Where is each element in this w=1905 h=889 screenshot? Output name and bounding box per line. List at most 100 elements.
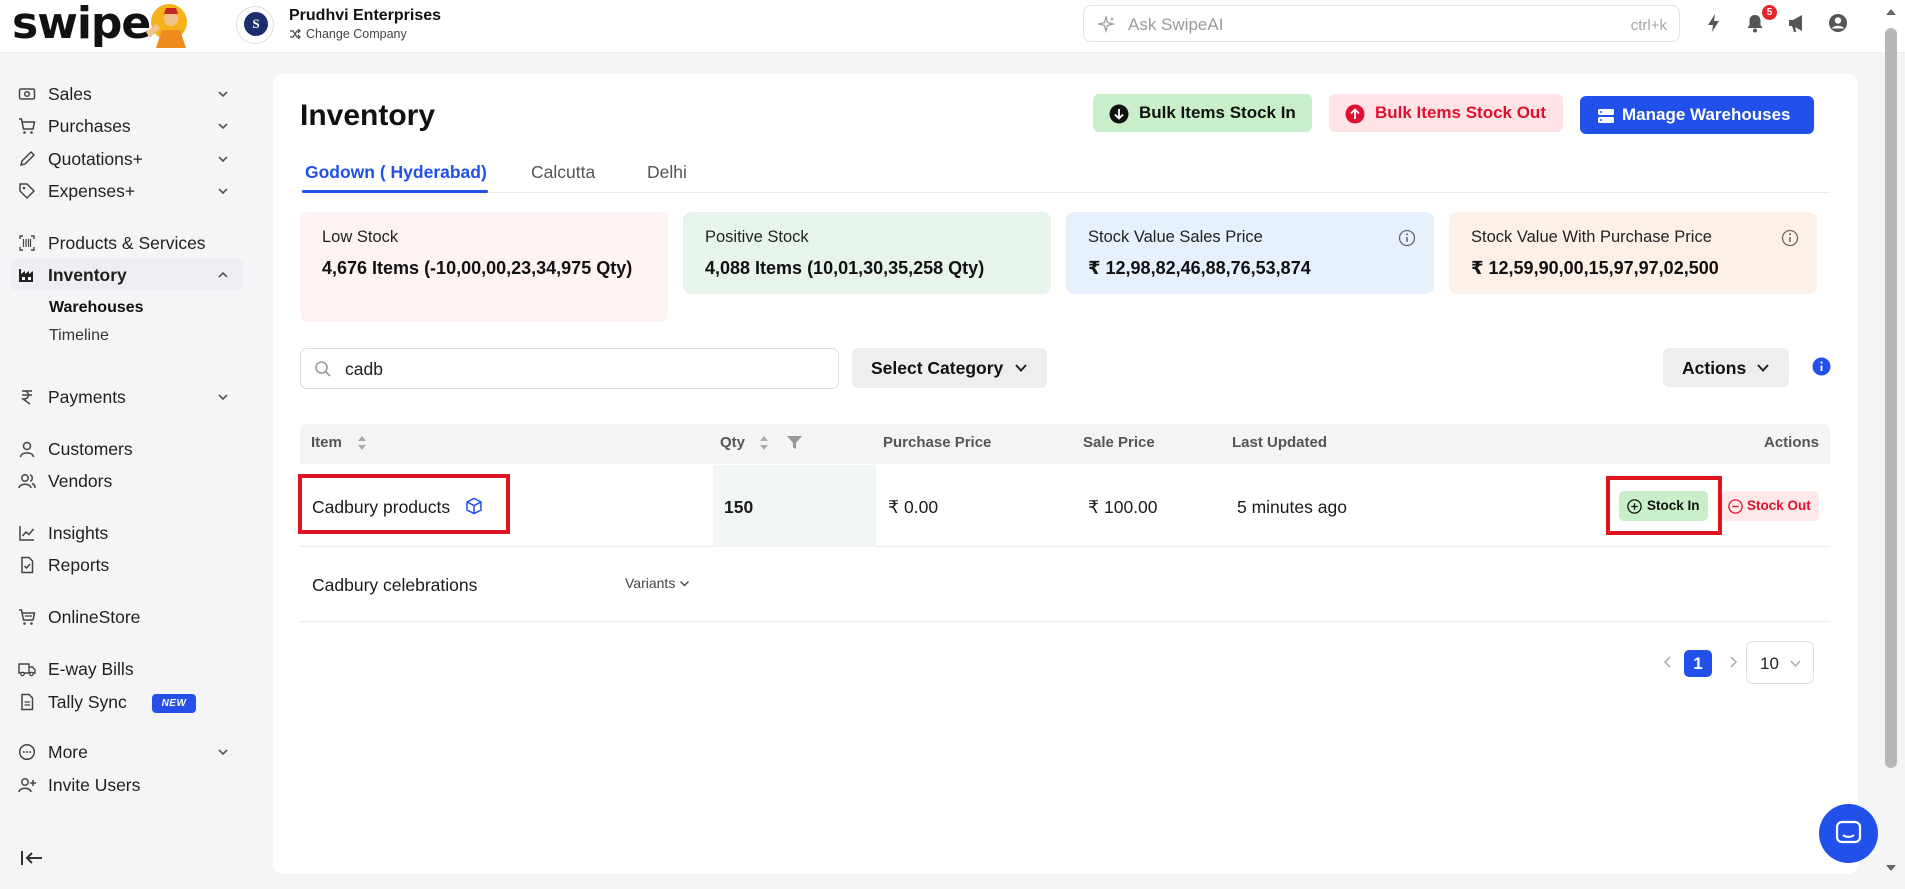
sidebar-item-purchases[interactable]: Purchases xyxy=(10,110,243,141)
item-name[interactable]: Cadbury celebrations xyxy=(312,575,477,596)
sidebar-item-onlinestore[interactable]: OnlineStore xyxy=(10,601,243,632)
cart-icon xyxy=(19,118,36,134)
sidebar-item-label: Customers xyxy=(48,439,133,459)
users-icon xyxy=(18,474,36,489)
variants-toggle[interactable]: Variants xyxy=(625,575,690,591)
sidebar-item-customers[interactable]: Customers xyxy=(10,433,243,464)
item-search-input[interactable]: cadb xyxy=(300,348,839,389)
chevron-down-icon xyxy=(1015,364,1027,372)
sidebar-item-quotations[interactable]: Quotations+ xyxy=(10,143,243,174)
search-ai-placeholder: Ask SwipeAI xyxy=(1128,15,1224,34)
actions-dropdown[interactable]: Actions xyxy=(1663,348,1789,387)
stat-value: 4,676 Items (-10,00,00,23,34,975 Qty) xyxy=(322,258,633,278)
warehouse-icon xyxy=(19,269,33,282)
select-category-dropdown[interactable]: Select Category xyxy=(852,348,1047,388)
filter-icon[interactable] xyxy=(786,434,803,451)
previous-page-icon[interactable] xyxy=(1661,654,1675,670)
lightning-icon[interactable] xyxy=(1703,12,1725,34)
rupee-icon xyxy=(20,390,32,405)
stock-out-button[interactable]: Stock Out xyxy=(1722,491,1819,521)
ask-swipeai-search[interactable]: Ask SwipeAI ctrl+k xyxy=(1083,5,1680,42)
page-size-value: 10 xyxy=(1760,654,1779,673)
stock-out-label: Stock Out xyxy=(1747,498,1811,513)
tag-icon xyxy=(19,183,36,200)
sidebar-item-expenses[interactable]: Expenses+ xyxy=(10,175,243,206)
stat-label: Stock Value With Purchase Price xyxy=(1471,228,1712,246)
sidebar-item-inventory[interactable]: Inventory xyxy=(10,259,243,290)
megaphone-icon[interactable] xyxy=(1786,12,1808,34)
sidebar-item-products-services[interactable]: Products & Services xyxy=(10,227,243,258)
sidebar-item-tally-sync[interactable]: Tally Sync NEW xyxy=(10,686,243,717)
qty-value: 150 xyxy=(724,497,754,517)
sidebar-item-vendors[interactable]: Vendors xyxy=(10,465,243,496)
column-header-item[interactable]: Item xyxy=(311,434,342,451)
sidebar-item-label: Products & Services xyxy=(48,233,206,253)
scroll-up-icon[interactable] xyxy=(1884,6,1898,18)
tab-godown-hyderabad[interactable]: Godown ( Hyderabad) xyxy=(305,162,487,183)
bulk-stock-out-button[interactable]: Bulk Items Stock Out xyxy=(1329,94,1563,132)
stat-positive-stock: Positive Stock 4,088 Items (10,01,30,35,… xyxy=(683,212,1051,294)
sidebar-item-payments[interactable]: Payments xyxy=(10,381,243,412)
info-icon[interactable] xyxy=(1812,357,1831,376)
bulk-stock-out-label: Bulk Items Stock Out xyxy=(1375,103,1546,122)
next-page-icon[interactable] xyxy=(1726,654,1740,670)
last-updated-value: 5 minutes ago xyxy=(1237,497,1347,517)
sidebar-item-invite-users[interactable]: Invite Users xyxy=(10,769,243,800)
sidebar-item-reports[interactable]: Reports xyxy=(10,549,243,580)
chart-line-icon xyxy=(19,526,35,541)
search-icon xyxy=(315,361,331,377)
column-header-sale-price: Sale Price xyxy=(1083,434,1155,451)
account-icon[interactable] xyxy=(1827,12,1849,34)
page-size-select[interactable]: 10 xyxy=(1746,641,1814,684)
truck-icon xyxy=(18,663,36,677)
stat-stock-value-purchase: Stock Value With Purchase Price ₹ 12,59,… xyxy=(1449,212,1817,294)
stat-value: ₹ 12,59,90,00,15,97,97,02,500 xyxy=(1471,258,1719,278)
sidebar-item-label: More xyxy=(48,742,88,762)
bulk-stock-in-label: Bulk Items Stock In xyxy=(1139,103,1296,122)
stat-value: 4,088 Items (10,01,30,35,258 Qty) xyxy=(705,258,985,278)
document-icon xyxy=(21,693,34,711)
company-logo-letter: S xyxy=(244,12,268,36)
chevron-down-icon xyxy=(1790,660,1801,668)
swipe-logo[interactable]: swipe xyxy=(12,2,151,46)
tab-calcutta[interactable]: Calcutta xyxy=(531,162,595,183)
info-icon[interactable] xyxy=(1781,229,1799,247)
sidebar-item-label: Tally Sync xyxy=(48,692,127,712)
collapse-sidebar-icon[interactable] xyxy=(20,849,44,867)
sidebar-item-insights[interactable]: Insights xyxy=(10,517,243,548)
sidebar-item-eway-bills[interactable]: E-way Bills xyxy=(10,653,243,684)
company-logo[interactable]: S xyxy=(236,6,274,44)
sidebar-item-more[interactable]: More xyxy=(10,736,243,767)
change-company-link[interactable]: Change Company xyxy=(289,27,407,41)
column-header-actions: Actions xyxy=(1764,434,1820,451)
scrollbar-thumb[interactable] xyxy=(1885,28,1897,768)
sidebar-item-label: Insights xyxy=(48,523,109,543)
bulk-stock-in-button[interactable]: Bulk Items Stock In xyxy=(1093,94,1312,132)
chevron-down-icon xyxy=(218,749,228,756)
chat-support-button[interactable] xyxy=(1819,804,1878,863)
stat-label: Positive Stock xyxy=(705,228,809,246)
tab-delhi[interactable]: Delhi xyxy=(647,162,687,183)
sidebar-item-sales[interactable]: Sales xyxy=(10,78,243,109)
sidebar-item-label: OnlineStore xyxy=(48,607,141,627)
sort-icon[interactable] xyxy=(357,434,367,452)
column-header-last-updated: Last Updated xyxy=(1232,434,1328,451)
manage-warehouses-button[interactable]: Manage Warehouses xyxy=(1580,96,1814,134)
info-icon[interactable] xyxy=(1398,229,1416,247)
company-name[interactable]: Prudhvi Enterprises xyxy=(289,7,441,25)
sort-icon[interactable] xyxy=(759,434,769,452)
chevron-down-icon xyxy=(218,188,228,195)
page-number-current[interactable]: 1 xyxy=(1684,650,1712,677)
sidebar-subitem-timeline[interactable]: Timeline xyxy=(49,327,109,345)
table-row xyxy=(300,548,1830,622)
active-tab-indicator xyxy=(302,190,488,193)
top-bar: swipe S Prudhvi Enterprises Change Compa… xyxy=(0,0,1905,53)
scroll-down-icon[interactable] xyxy=(1884,862,1898,874)
column-header-qty[interactable]: Qty xyxy=(720,434,745,451)
stat-low-stock: Low Stock 4,676 Items (-10,00,00,23,34,9… xyxy=(300,212,668,322)
table-row xyxy=(300,465,1830,547)
sidebar-subitem-warehouses[interactable]: Warehouses xyxy=(49,299,144,317)
chevron-down-icon xyxy=(680,581,690,587)
sparkle-icon xyxy=(1098,16,1115,33)
select-category-label: Select Category xyxy=(871,358,1004,378)
